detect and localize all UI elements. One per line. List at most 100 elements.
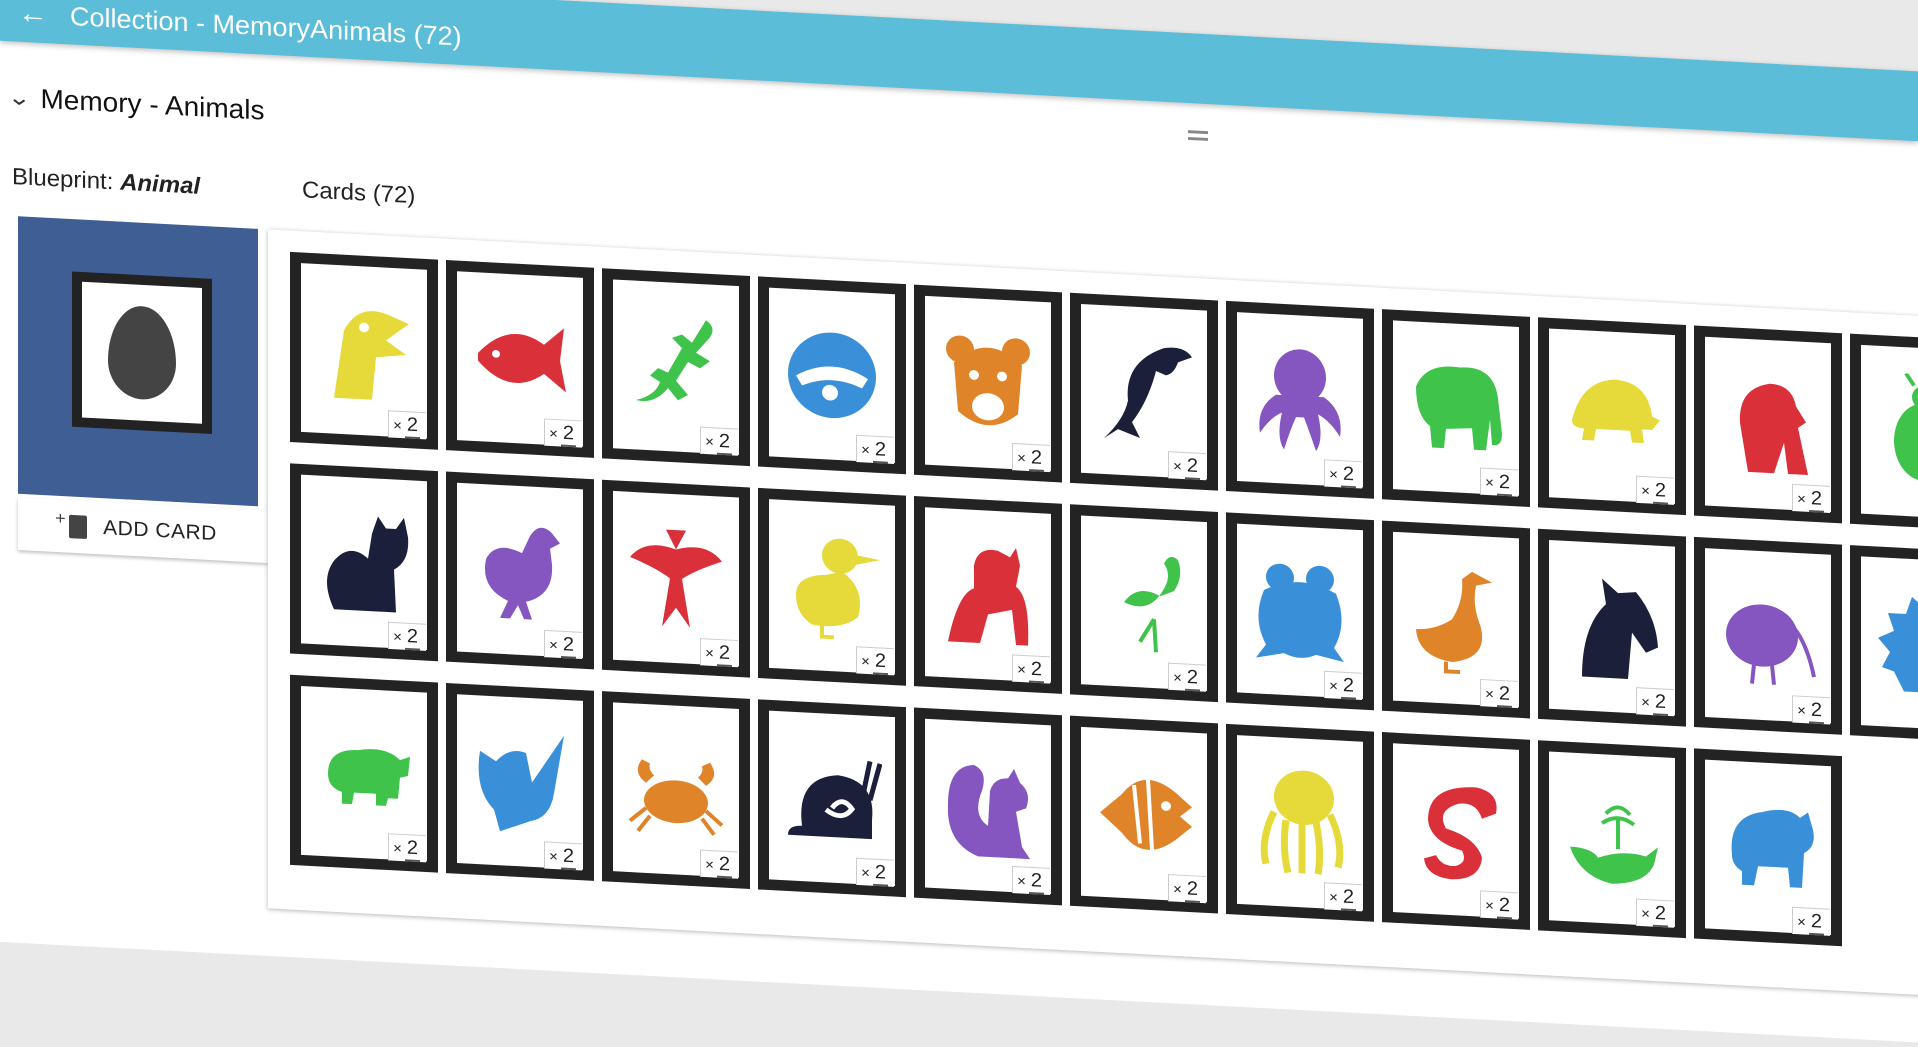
quantity-value[interactable]: 2 [1652,479,1668,505]
card-quantity[interactable]: × 2 [1792,483,1830,514]
card-quantity[interactable]: × 2 [1324,459,1362,489]
card-item[interactable]: ×2 [290,251,438,450]
back-arrow-icon[interactable]: ← [18,0,48,31]
card-quantity[interactable]: × 2 [700,426,738,456]
card-item[interactable]: ×2 [446,471,594,670]
card-item[interactable]: ×2 [1226,512,1374,711]
quantity-value[interactable]: 2 [404,414,420,440]
card-item[interactable]: ×2 [1694,748,1842,947]
card-item[interactable]: ×2 [1382,309,1530,507]
quantity-value[interactable]: 2 [1808,699,1824,725]
quantity-value[interactable]: 2 [1808,487,1824,513]
quantity-value[interactable]: 2 [1028,869,1044,895]
card-quantity[interactable]: × 2 [1012,442,1050,473]
card-item[interactable]: ×2 [758,487,906,686]
quantity-value[interactable]: 2 [1028,446,1044,472]
card-quantity[interactable]: × 2 [388,410,426,440]
card-item[interactable]: ×2 [446,260,594,458]
card-quantity[interactable]: × 2 [1324,882,1362,912]
card-quantity[interactable]: × 2 [1480,467,1518,497]
quantity-value[interactable]: 2 [1028,658,1044,684]
card-item[interactable]: ×2 [1226,300,1374,499]
quantity-value[interactable]: 2 [1808,910,1824,936]
blueprint-card[interactable] [72,271,212,435]
quantity-value[interactable]: 2 [716,853,732,879]
blueprint-preview[interactable] [18,216,258,507]
card-quantity[interactable]: × 2 [1012,865,1050,896]
card-quantity[interactable]: × 2 [1168,662,1206,692]
card-item[interactable]: ×2 [602,691,750,890]
card-quantity[interactable]: × 2 [1480,678,1518,709]
quantity-value[interactable]: 2 [1184,877,1200,903]
chevron-down-icon[interactable]: ⌄ [7,85,31,111]
card-quantity[interactable]: × 2 [856,857,894,887]
quantity-value[interactable]: 2 [560,633,576,659]
card-item[interactable]: ×2 [1382,520,1530,719]
card-item[interactable]: ×2 [1226,723,1374,922]
card-item[interactable]: ×2 [758,276,906,475]
card-item[interactable]: ×2 [1850,333,1918,532]
card-quantity[interactable]: × 2 [1168,874,1206,904]
card-item[interactable]: ×2 [290,674,438,873]
quantity-value[interactable]: 2 [716,430,732,456]
quantity-value[interactable]: 2 [1340,463,1356,489]
card-item[interactable]: ×2 [1070,715,1218,914]
card-item[interactable]: ×2 [602,268,750,467]
quantity-value[interactable]: 2 [404,836,420,863]
quantity-value[interactable]: 2 [1496,471,1512,497]
card-item[interactable]: ×2 [446,682,594,881]
quantity-value[interactable]: 2 [1184,454,1200,480]
card-item[interactable]: ×2 [1538,528,1686,727]
quantity-value[interactable]: 2 [872,650,888,676]
card-item[interactable]: ×2 [1070,292,1218,491]
quantity-prefix: × [705,856,714,874]
card-item[interactable]: ×2 [1850,545,1918,743]
card-quantity[interactable]: × 2 [1168,451,1206,481]
quantity-value[interactable]: 2 [872,438,888,464]
quantity-value[interactable]: 2 [1652,690,1668,716]
quantity-value[interactable]: 2 [560,845,576,871]
quantity-value[interactable]: 2 [404,625,420,651]
card-item[interactable]: ×2 [1694,325,1842,524]
section-header[interactable]: ⌄ Memory - Animals [7,82,264,126]
card-quantity[interactable]: × 2 [1012,654,1050,684]
card-quantity[interactable]: × 2 [1636,898,1674,928]
card-quantity[interactable]: × 2 [388,833,426,863]
quantity-value[interactable]: 2 [716,641,732,667]
card-quantity[interactable]: × 2 [1792,695,1830,725]
quantity-value[interactable]: 2 [560,422,576,448]
card-quantity[interactable]: × 2 [1324,670,1362,700]
card-item[interactable]: ×2 [1694,536,1842,735]
card-quantity[interactable]: × 2 [1792,906,1830,936]
card-quantity[interactable]: × 2 [544,418,582,448]
card-quantity[interactable]: × 2 [1636,687,1674,717]
card-item[interactable]: ×2 [1538,740,1686,939]
add-card-button[interactable]: ADD CARD [18,497,268,564]
quantity-value[interactable]: 2 [1340,674,1356,700]
card-item[interactable]: ×2 [914,284,1062,483]
card-quantity[interactable]: × 2 [856,646,894,676]
card-quantity[interactable]: × 2 [700,849,738,879]
card-item[interactable]: ×2 [602,479,750,678]
card-quantity[interactable]: × 2 [544,841,582,871]
quantity-value[interactable]: 2 [1340,886,1356,912]
card-item[interactable]: ×2 [758,699,906,898]
card-quantity[interactable]: × 2 [700,638,738,668]
card-item[interactable]: ×2 [290,463,438,662]
card-item[interactable]: ×2 [914,707,1062,906]
card-item[interactable]: ×2 [914,496,1062,694]
quantity-value[interactable]: 2 [1184,666,1200,692]
quantity-value[interactable]: 2 [1496,894,1512,920]
quantity-value[interactable]: 2 [1496,682,1512,708]
card-item[interactable]: ×2 [1382,732,1530,930]
card-item[interactable]: ×2 [1070,504,1218,703]
card-quantity[interactable]: × 2 [1480,890,1518,920]
quantity-value[interactable]: 2 [1652,902,1668,928]
card-quantity[interactable]: × 2 [544,629,582,660]
card-item[interactable]: ×2 [1538,317,1686,516]
drag-handle-icon[interactable] [1188,130,1208,141]
quantity-value[interactable]: 2 [872,861,888,887]
card-quantity[interactable]: × 2 [856,434,894,464]
card-quantity[interactable]: × 2 [388,621,426,651]
card-quantity[interactable]: × 2 [1636,475,1674,505]
